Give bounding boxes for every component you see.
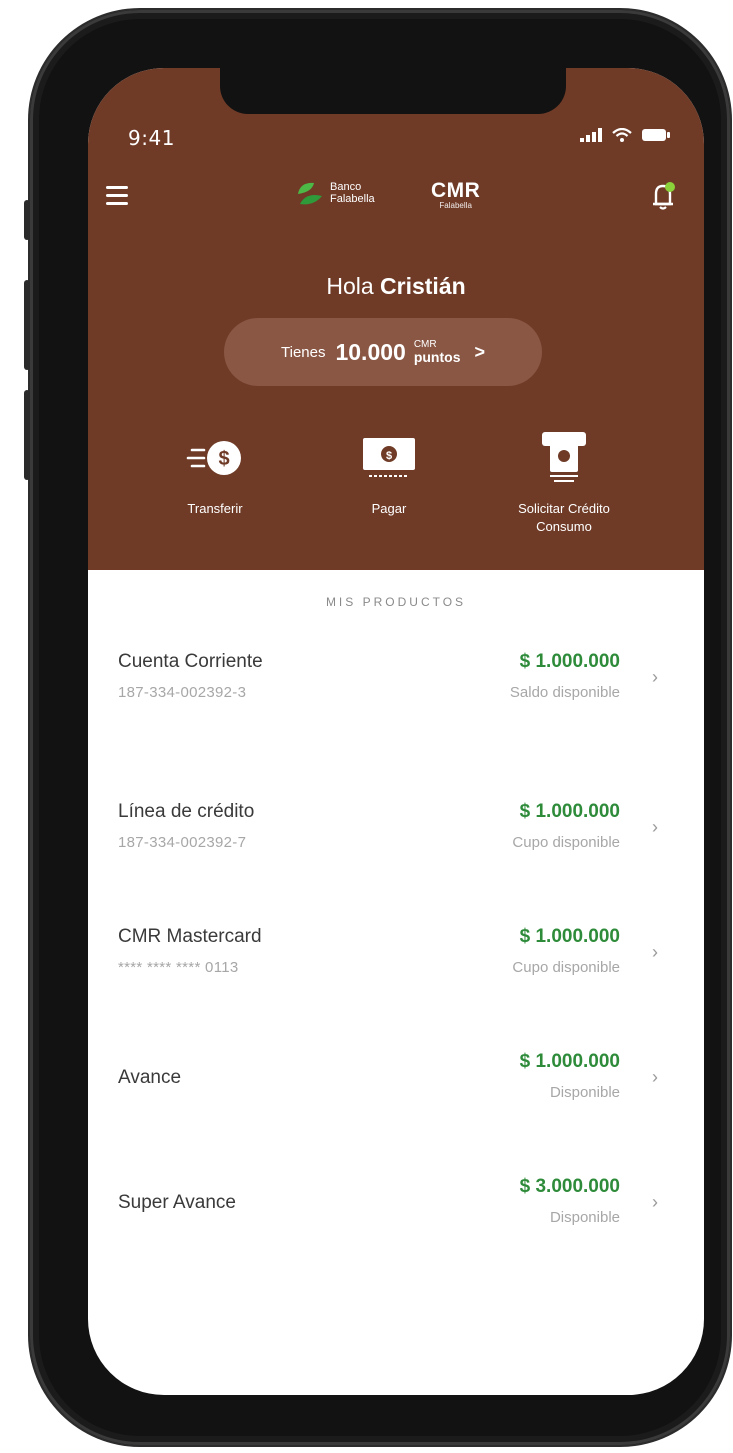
transfer-action[interactable]: $ Transferir (135, 430, 295, 518)
product-amount: $ 1.000.000 (519, 1051, 620, 1072)
points-unit-bottom: puntos (413, 349, 461, 365)
product-amount-label: Disponible (549, 1209, 620, 1226)
chevron-right-icon: › (652, 1192, 658, 1212)
points-unit: CMR puntos (413, 340, 461, 365)
transfer-money-icon: $ (186, 441, 241, 475)
greeting: Hola Cristián (88, 273, 704, 300)
chevron-right-icon: › (652, 817, 658, 837)
cmr-points-button[interactable]: Tienes 10.000 CMR puntos > (224, 318, 542, 386)
brand-bank-line1: Banco (330, 181, 362, 193)
status-time: 9:41 (128, 126, 175, 150)
atm-credit-icon (542, 432, 586, 482)
greeting-name: Cristián (380, 273, 466, 299)
products-section-title: MIS PRODUCTOS (325, 595, 467, 609)
pay-action[interactable]: $ Pagar (309, 430, 469, 518)
chevron-right-icon: › (652, 1067, 658, 1087)
chevron-right-icon: › (652, 942, 658, 962)
transfer-label: Transferir (187, 501, 243, 516)
header-section: 9:41 Banco Falabella CMR Falabella Hola … (88, 68, 704, 570)
banco-falabella-leaf-icon (298, 182, 322, 205)
volume-down-button (24, 390, 30, 480)
pay-bill-icon: $ (363, 438, 415, 477)
product-amount: $ 1.000.000 (519, 926, 620, 947)
product-row[interactable]: CMR Mastercard **** **** **** 0113 $ 1.0… (118, 926, 678, 996)
points-label: Tienes (281, 343, 326, 361)
status-icons (580, 128, 670, 142)
product-number: 187-334-002392-7 (118, 834, 247, 851)
product-amount: $ 1.000.000 (519, 801, 620, 822)
product-row[interactable]: Cuenta Corriente 187-334-002392-3 $ 1.00… (118, 651, 678, 721)
brand-cmr: CMR (431, 179, 481, 202)
volume-up-button (24, 280, 30, 370)
product-name: Super Avance (118, 1192, 236, 1213)
wifi-icon (612, 128, 632, 142)
product-amount-label: Cupo disponible (512, 959, 620, 976)
product-amount: $ 1.000.000 (519, 651, 620, 672)
points-value: 10.000 (335, 338, 406, 365)
product-amount-label: Disponible (549, 1084, 620, 1101)
product-row[interactable]: Super Avance $ 3.000.000 Disponible › (118, 1176, 678, 1246)
product-name: Cuenta Corriente (118, 651, 263, 672)
chevron-right-icon: > (474, 341, 485, 362)
cmr-falabella-logo: CMR Falabella (431, 180, 480, 210)
brand-cmr-sub: Falabella (439, 201, 472, 210)
battery-icon (642, 129, 670, 141)
app-screen: 9:41 Banco Falabella CMR Falabella Hola … (88, 68, 704, 1395)
request-credit-label: Solicitar Crédito Consumo (518, 501, 610, 534)
hamburger-menu-icon[interactable] (106, 186, 128, 206)
chevron-right-icon: › (652, 667, 658, 687)
product-amount-label: Saldo disponible (509, 684, 620, 701)
product-name: Línea de crédito (118, 801, 255, 822)
notification-bell-icon[interactable] (648, 180, 678, 212)
product-row[interactable]: Avance $ 1.000.000 Disponible › (118, 1051, 678, 1121)
product-name: Avance (118, 1067, 182, 1088)
product-number: **** **** **** 0113 (118, 959, 239, 976)
silent-switch (24, 200, 30, 240)
product-row[interactable]: Línea de crédito 187-334-002392-7 $ 1.00… (118, 801, 678, 871)
phone-notch (220, 68, 566, 114)
svg-text:$: $ (218, 448, 229, 470)
greeting-prefix: Hola (326, 273, 374, 299)
banco-falabella-logo: Banco Falabella (296, 180, 375, 206)
request-credit-action[interactable]: Solicitar Crédito Consumo (484, 430, 644, 536)
product-number: 187-334-002392-3 (118, 684, 247, 701)
product-name: CMR Mastercard (118, 926, 262, 947)
pay-label: Pagar (371, 501, 407, 516)
signal-icon (580, 128, 602, 142)
product-amount: $ 3.000.000 (519, 1176, 620, 1197)
brand-bank-line2: Falabella (330, 193, 375, 205)
product-amount-label: Cupo disponible (512, 834, 620, 851)
svg-text:$: $ (386, 450, 392, 462)
